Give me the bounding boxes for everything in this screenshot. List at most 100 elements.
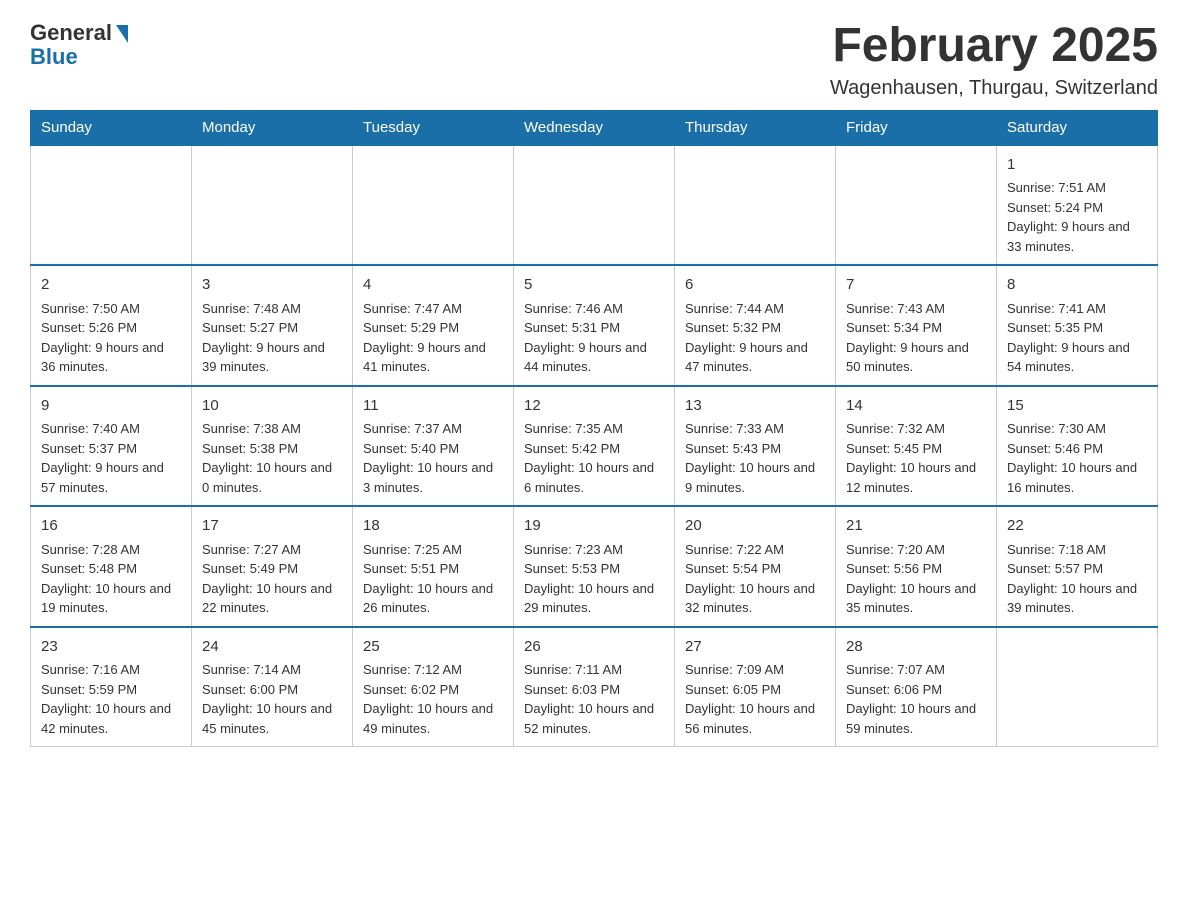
day-number: 23 [41,636,181,659]
day-info: Sunrise: 7:14 AM Sunset: 6:00 PM Dayligh… [202,660,342,738]
day-info: Sunrise: 7:20 AM Sunset: 5:56 PM Dayligh… [846,540,986,618]
day-info: Sunrise: 7:51 AM Sunset: 5:24 PM Dayligh… [1007,178,1147,256]
day-number: 5 [524,274,664,297]
day-info: Sunrise: 7:32 AM Sunset: 5:45 PM Dayligh… [846,419,986,497]
day-info: Sunrise: 7:28 AM Sunset: 5:48 PM Dayligh… [41,540,181,618]
day-info: Sunrise: 7:16 AM Sunset: 5:59 PM Dayligh… [41,660,181,738]
title-block: February 2025 Wagenhausen, Thurgau, Swit… [830,20,1158,100]
calendar-cell: 9Sunrise: 7:40 AM Sunset: 5:37 PM Daylig… [31,386,192,507]
calendar-cell [997,627,1158,747]
day-number: 28 [846,636,986,659]
day-number: 8 [1007,274,1147,297]
day-number: 26 [524,636,664,659]
day-info: Sunrise: 7:35 AM Sunset: 5:42 PM Dayligh… [524,419,664,497]
day-number: 16 [41,515,181,538]
day-info: Sunrise: 7:44 AM Sunset: 5:32 PM Dayligh… [685,299,825,377]
calendar-cell: 26Sunrise: 7:11 AM Sunset: 6:03 PM Dayli… [514,627,675,747]
day-number: 15 [1007,395,1147,418]
day-number: 17 [202,515,342,538]
day-info: Sunrise: 7:27 AM Sunset: 5:49 PM Dayligh… [202,540,342,618]
day-info: Sunrise: 7:46 AM Sunset: 5:31 PM Dayligh… [524,299,664,377]
day-number: 1 [1007,154,1147,177]
subtitle: Wagenhausen, Thurgau, Switzerland [830,77,1158,100]
calendar-cell [836,145,997,266]
calendar-week-row: 9Sunrise: 7:40 AM Sunset: 5:37 PM Daylig… [31,386,1158,507]
day-number: 13 [685,395,825,418]
calendar-cell: 7Sunrise: 7:43 AM Sunset: 5:34 PM Daylig… [836,265,997,386]
calendar-cell: 14Sunrise: 7:32 AM Sunset: 5:45 PM Dayli… [836,386,997,507]
day-number: 2 [41,274,181,297]
day-info: Sunrise: 7:23 AM Sunset: 5:53 PM Dayligh… [524,540,664,618]
calendar-header-row: SundayMondayTuesdayWednesdayThursdayFrid… [31,110,1158,145]
calendar-cell: 1Sunrise: 7:51 AM Sunset: 5:24 PM Daylig… [997,145,1158,266]
day-number: 7 [846,274,986,297]
day-info: Sunrise: 7:38 AM Sunset: 5:38 PM Dayligh… [202,419,342,497]
calendar-table: SundayMondayTuesdayWednesdayThursdayFrid… [30,110,1158,748]
calendar-cell: 21Sunrise: 7:20 AM Sunset: 5:56 PM Dayli… [836,506,997,627]
calendar-cell: 23Sunrise: 7:16 AM Sunset: 5:59 PM Dayli… [31,627,192,747]
calendar-header-friday: Friday [836,110,997,145]
calendar-week-row: 2Sunrise: 7:50 AM Sunset: 5:26 PM Daylig… [31,265,1158,386]
day-info: Sunrise: 7:37 AM Sunset: 5:40 PM Dayligh… [363,419,503,497]
day-info: Sunrise: 7:25 AM Sunset: 5:51 PM Dayligh… [363,540,503,618]
day-number: 25 [363,636,503,659]
page-title: February 2025 [830,20,1158,73]
calendar-cell [353,145,514,266]
calendar-cell: 28Sunrise: 7:07 AM Sunset: 6:06 PM Dayli… [836,627,997,747]
calendar-header-tuesday: Tuesday [353,110,514,145]
day-number: 9 [41,395,181,418]
calendar-header-thursday: Thursday [675,110,836,145]
calendar-cell: 6Sunrise: 7:44 AM Sunset: 5:32 PM Daylig… [675,265,836,386]
day-number: 20 [685,515,825,538]
calendar-week-row: 16Sunrise: 7:28 AM Sunset: 5:48 PM Dayli… [31,506,1158,627]
page-header: General Blue February 2025 Wagenhausen, … [30,20,1158,100]
calendar-header-sunday: Sunday [31,110,192,145]
calendar-header-saturday: Saturday [997,110,1158,145]
day-number: 18 [363,515,503,538]
calendar-cell [192,145,353,266]
day-number: 11 [363,395,503,418]
calendar-cell [514,145,675,266]
day-info: Sunrise: 7:41 AM Sunset: 5:35 PM Dayligh… [1007,299,1147,377]
day-info: Sunrise: 7:09 AM Sunset: 6:05 PM Dayligh… [685,660,825,738]
calendar-cell: 8Sunrise: 7:41 AM Sunset: 5:35 PM Daylig… [997,265,1158,386]
day-number: 21 [846,515,986,538]
day-number: 14 [846,395,986,418]
day-number: 19 [524,515,664,538]
day-info: Sunrise: 7:43 AM Sunset: 5:34 PM Dayligh… [846,299,986,377]
calendar-cell: 18Sunrise: 7:25 AM Sunset: 5:51 PM Dayli… [353,506,514,627]
calendar-cell: 22Sunrise: 7:18 AM Sunset: 5:57 PM Dayli… [997,506,1158,627]
calendar-cell: 13Sunrise: 7:33 AM Sunset: 5:43 PM Dayli… [675,386,836,507]
day-number: 12 [524,395,664,418]
day-info: Sunrise: 7:18 AM Sunset: 5:57 PM Dayligh… [1007,540,1147,618]
calendar-cell: 11Sunrise: 7:37 AM Sunset: 5:40 PM Dayli… [353,386,514,507]
logo-general-text: General [30,20,112,46]
day-info: Sunrise: 7:33 AM Sunset: 5:43 PM Dayligh… [685,419,825,497]
calendar-cell: 15Sunrise: 7:30 AM Sunset: 5:46 PM Dayli… [997,386,1158,507]
day-info: Sunrise: 7:12 AM Sunset: 6:02 PM Dayligh… [363,660,503,738]
calendar-cell: 16Sunrise: 7:28 AM Sunset: 5:48 PM Dayli… [31,506,192,627]
calendar-cell: 5Sunrise: 7:46 AM Sunset: 5:31 PM Daylig… [514,265,675,386]
day-number: 22 [1007,515,1147,538]
calendar-cell: 25Sunrise: 7:12 AM Sunset: 6:02 PM Dayli… [353,627,514,747]
calendar-cell: 17Sunrise: 7:27 AM Sunset: 5:49 PM Dayli… [192,506,353,627]
day-number: 10 [202,395,342,418]
day-info: Sunrise: 7:22 AM Sunset: 5:54 PM Dayligh… [685,540,825,618]
day-number: 3 [202,274,342,297]
day-number: 6 [685,274,825,297]
calendar-cell: 19Sunrise: 7:23 AM Sunset: 5:53 PM Dayli… [514,506,675,627]
day-info: Sunrise: 7:50 AM Sunset: 5:26 PM Dayligh… [41,299,181,377]
day-info: Sunrise: 7:40 AM Sunset: 5:37 PM Dayligh… [41,419,181,497]
calendar-week-row: 1Sunrise: 7:51 AM Sunset: 5:24 PM Daylig… [31,145,1158,266]
logo-arrow-icon [116,25,128,43]
calendar-cell: 20Sunrise: 7:22 AM Sunset: 5:54 PM Dayli… [675,506,836,627]
calendar-cell [31,145,192,266]
day-info: Sunrise: 7:48 AM Sunset: 5:27 PM Dayligh… [202,299,342,377]
calendar-cell [675,145,836,266]
day-info: Sunrise: 7:11 AM Sunset: 6:03 PM Dayligh… [524,660,664,738]
calendar-cell: 2Sunrise: 7:50 AM Sunset: 5:26 PM Daylig… [31,265,192,386]
calendar-cell: 4Sunrise: 7:47 AM Sunset: 5:29 PM Daylig… [353,265,514,386]
calendar-cell: 12Sunrise: 7:35 AM Sunset: 5:42 PM Dayli… [514,386,675,507]
calendar-header-wednesday: Wednesday [514,110,675,145]
calendar-week-row: 23Sunrise: 7:16 AM Sunset: 5:59 PM Dayli… [31,627,1158,747]
